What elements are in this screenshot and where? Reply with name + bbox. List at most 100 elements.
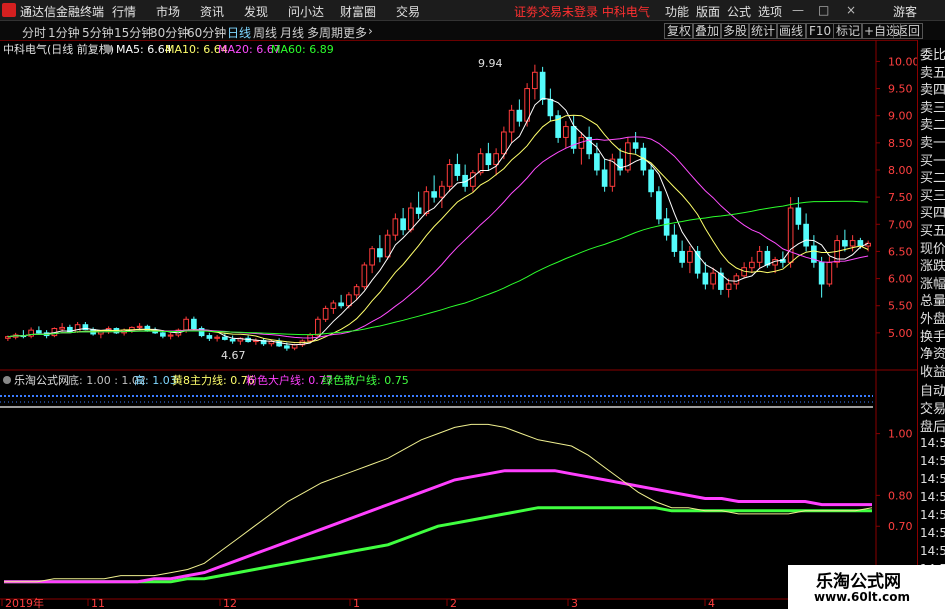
period-multi[interactable]: 多周期	[307, 24, 343, 41]
indicator-gao: 高: 1.03	[134, 373, 177, 387]
candle-body	[803, 223, 809, 247]
candle-body	[59, 326, 65, 330]
period-more[interactable]: 更多	[343, 24, 367, 41]
osc-tick-label: 1.00	[888, 428, 913, 441]
side-panel-label: 现价	[920, 241, 945, 257]
candle-body	[423, 191, 430, 214]
date-axis: 2019年 11 12 1 2 3 4	[1, 596, 715, 609]
menu-quotes[interactable]: 行情	[112, 3, 136, 20]
candle-body	[516, 109, 523, 122]
date-tick-label: 4	[708, 597, 715, 609]
side-panel-label: 盘后	[920, 420, 945, 435]
candle-body	[687, 250, 693, 263]
green-retail-line	[4, 506, 872, 584]
minimize-icon[interactable]: —	[792, 3, 804, 17]
candle-body	[338, 302, 344, 307]
sub-settings-icon[interactable]	[3, 376, 11, 384]
f10-button[interactable]: F10	[806, 23, 835, 39]
adjust-button[interactable]: 复权	[664, 23, 695, 39]
period-daily[interactable]: 日线	[227, 24, 251, 41]
candle-body	[787, 207, 794, 263]
ma60-label: MA60: 6.89	[271, 43, 334, 56]
side-panel-label: 卖三	[920, 100, 945, 116]
candle-body	[826, 261, 833, 285]
osc-tick-label: 0.70	[888, 520, 913, 533]
side-panel-label: 委比	[920, 48, 945, 63]
settings-icon[interactable]	[104, 45, 112, 53]
price-tick-label: 7.00	[888, 218, 913, 231]
candle-body	[617, 158, 623, 171]
period-timeshare[interactable]: 分时	[22, 24, 46, 41]
side-panel-time: 14:56	[920, 544, 945, 558]
side-panel-time: 14:56	[920, 490, 945, 504]
date-tick-label: 2019年	[5, 596, 44, 609]
watermark: 乐淘公式网 www.60lt.com	[788, 565, 945, 609]
side-panel-time: 14:56	[920, 436, 945, 450]
price-tick-label: 8.50	[888, 137, 913, 150]
more-chevron-icon[interactable]: ›	[368, 24, 373, 38]
menu-wealth[interactable]: 财富圈	[340, 3, 376, 20]
candle-body	[353, 286, 360, 296]
candle-body	[384, 234, 391, 258]
menu-market[interactable]: 市场	[156, 3, 180, 20]
price-tick-label: 6.50	[888, 245, 913, 258]
price-tick-label: 7.50	[888, 191, 913, 204]
candle-body	[446, 164, 453, 187]
candle-body	[725, 283, 732, 290]
multistock-button[interactable]: 多股	[720, 23, 751, 39]
candle-body	[671, 234, 678, 252]
menu-layout[interactable]: 版面	[696, 3, 720, 20]
date-tick-label: 12	[223, 597, 237, 609]
side-panel-label: 收益	[920, 364, 945, 380]
period-weekly[interactable]: 周线	[253, 24, 277, 41]
back-button[interactable]: 返回	[893, 23, 924, 39]
candle-body	[842, 240, 848, 247]
menu-news[interactable]: 资讯	[200, 3, 224, 20]
period-60min[interactable]: 60分钟	[187, 24, 226, 41]
candle-body	[284, 345, 290, 349]
candle-body	[415, 207, 422, 214]
date-tick-label: 3	[571, 597, 578, 609]
menu-discover[interactable]: 发现	[244, 3, 268, 20]
indicator-green: 绿色散户线: 0.75	[322, 373, 409, 387]
menu-trade[interactable]: 交易	[396, 3, 420, 20]
candle-body	[229, 338, 236, 342]
price-tick-label: 8.00	[888, 164, 913, 177]
side-panel-label: 卖二	[920, 118, 945, 134]
candle-body	[477, 153, 484, 174]
ma5-label: MA5: 6.64	[116, 43, 172, 56]
guest-label[interactable]: 游客	[893, 3, 917, 20]
candle-body	[222, 336, 228, 340]
period-15min[interactable]: 15分钟	[114, 24, 153, 41]
side-panel-label: 卖一	[920, 136, 945, 151]
stock-chart[interactable]: 中科电气(日线 前复权) MA5: 6.64 MA10: 6.64 MA20: …	[0, 40, 945, 609]
candle-body	[632, 142, 639, 149]
mark-button[interactable]: 标记	[833, 23, 864, 39]
period-5min[interactable]: 5分钟	[82, 24, 114, 41]
candle-body	[493, 153, 499, 166]
candle-body	[764, 250, 771, 266]
period-1min[interactable]: 1分钟	[48, 24, 80, 41]
side-panel-label: 外盘	[920, 312, 945, 327]
menu-options[interactable]: 选项	[758, 3, 782, 20]
close-icon[interactable]: ×	[846, 3, 856, 17]
menu-function[interactable]: 功能	[665, 3, 689, 20]
side-panel-label: 涨幅	[920, 276, 945, 292]
menu-formula[interactable]: 公式	[727, 3, 751, 20]
restore-icon[interactable]: □	[818, 3, 829, 17]
stats-button[interactable]: 统计	[748, 23, 779, 39]
date-tick-label: 11	[91, 597, 105, 609]
candle-body	[36, 330, 42, 334]
drawline-button[interactable]: 画线	[776, 23, 807, 39]
price-tick-label: 6.00	[888, 273, 913, 286]
period-monthly[interactable]: 月线	[280, 24, 304, 41]
indicator-pink: 粉色大户线: 0.77	[246, 373, 333, 387]
menu-ask[interactable]: 问小达	[288, 3, 324, 20]
candle-body	[408, 207, 414, 231]
period-30min[interactable]: 30分钟	[150, 24, 189, 41]
candle-body	[733, 275, 740, 285]
price-tick-label: 5.50	[888, 300, 913, 313]
quote-side-panel: 委比 卖五 卖四 卖三 卖二 卖一 买一 买二 买三 买四 买五 现价 涨跌 涨幅 总量 外盘 换手 净资 收益 自动…	[917, 40, 945, 600]
overlay-button[interactable]: 叠加	[692, 23, 723, 39]
candle-body	[454, 164, 461, 176]
